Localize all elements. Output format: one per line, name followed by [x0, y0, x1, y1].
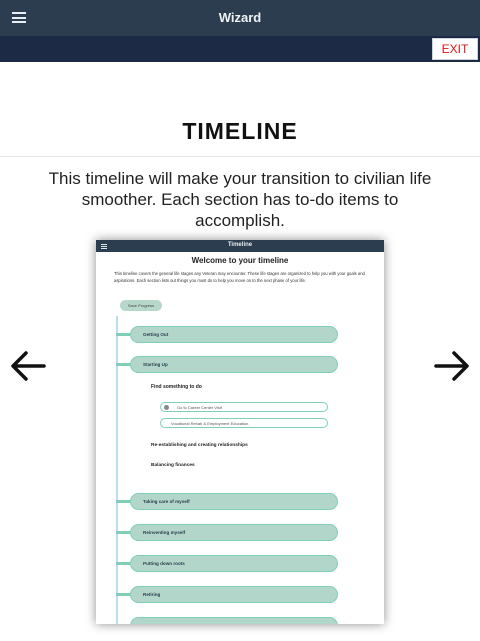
arrow-left-icon[interactable]: [8, 344, 50, 388]
preview-task-dot: [164, 404, 169, 410]
arrow-right-icon[interactable]: [430, 344, 472, 388]
preview-subhead: Find something to do: [151, 384, 202, 390]
preview-stage-starting-up: Starting Up: [130, 356, 338, 373]
exit-button[interactable]: EXIT: [432, 38, 478, 60]
preview-app-title: Timeline: [227, 242, 253, 248]
preview-stage-partial: [130, 617, 338, 624]
app-header: Wizard: [0, 0, 480, 36]
preview-task-item: Vocational Rehab & Employment Education: [160, 418, 328, 428]
preview-task-label: Vocational Rehab & Employment Education: [171, 420, 249, 426]
page-title: TIMELINE: [182, 118, 298, 144]
timeline-preview-screenshot: Timeline Welcome to your timeline This t…: [96, 240, 384, 624]
preview-item-relationships: Re-establishing and creating relationshi…: [151, 443, 248, 448]
divider: [0, 156, 480, 157]
preview-connector: [116, 562, 130, 565]
sub-header-bar: [0, 36, 480, 62]
preview-welcome-title: Welcome to your timeline: [191, 256, 289, 265]
preview-stage-reinventing: Reinventing myself: [130, 524, 338, 541]
preview-stage-putting-down-roots: Putting down roots: [130, 555, 338, 572]
preview-stage-getting-out: Getting Out: [130, 326, 338, 343]
preview-intro-text: This timeline covers the general life st…: [114, 271, 365, 283]
preview-item-finances: Balancing finances: [151, 463, 195, 468]
preview-connector: [116, 531, 130, 534]
app-title: Wizard: [218, 10, 262, 25]
preview-save-progress-button: Save Progress: [120, 300, 162, 311]
preview-task-item: Go to Career Center Visit: [160, 402, 328, 412]
preview-connector: [116, 500, 130, 503]
preview-header: Timeline: [96, 240, 384, 252]
preview-connector: [116, 593, 130, 596]
preview-stage-retiring: Retiring: [130, 586, 338, 603]
preview-task-label: Go to Career Center Visit: [177, 404, 222, 410]
page-description: This timeline will make your transition …: [48, 169, 432, 230]
preview-connector: [116, 363, 130, 366]
preview-stage-taking-care: Taking care of myself: [130, 493, 338, 510]
preview-connector: [116, 333, 130, 336]
